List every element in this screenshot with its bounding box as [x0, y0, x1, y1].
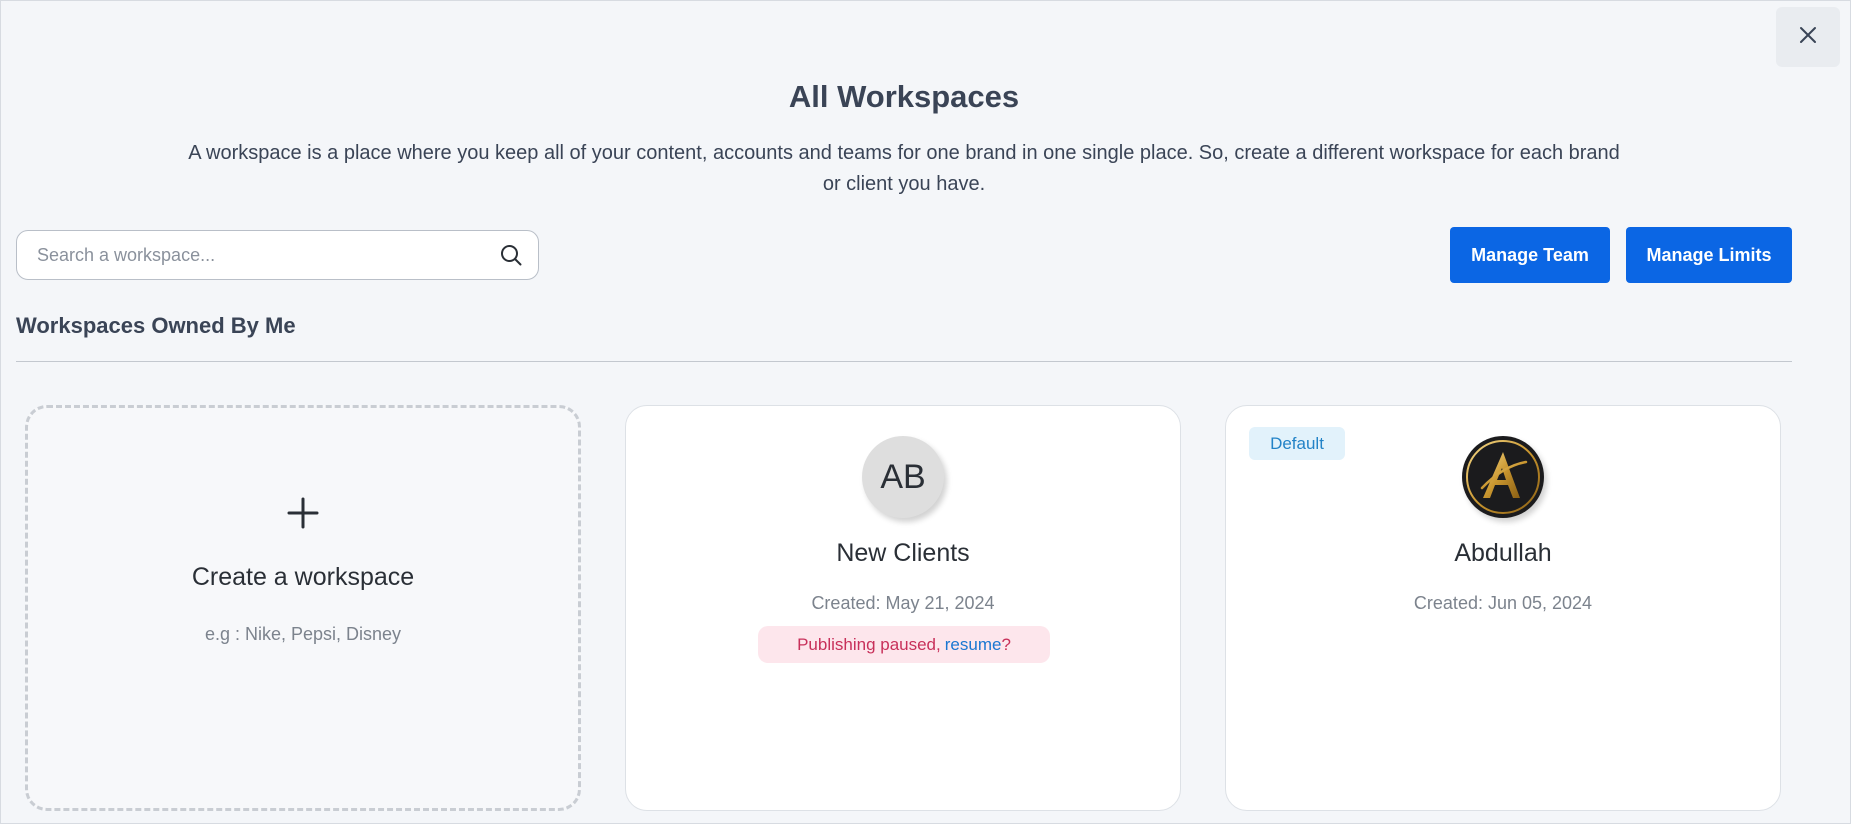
- search-input[interactable]: [17, 230, 496, 280]
- workspace-created-date: Created: Jun 05, 2024: [1413, 593, 1593, 613]
- close-button[interactable]: [1776, 7, 1840, 67]
- section-title: Workspaces Owned By Me: [16, 313, 296, 338]
- workspaces-modal: All Workspaces A workspace is a place wh…: [0, 0, 1851, 824]
- workspace-card[interactable]: Default Abdullah Created: Jun 05, 2024: [1225, 405, 1781, 811]
- workspace-created-date: Created: May 21, 2024: [811, 593, 995, 613]
- workspace-name: New Clients: [836, 539, 970, 567]
- workspace-logo: [1462, 436, 1544, 518]
- letter-a-logo-icon: [1463, 437, 1543, 517]
- search-box: [16, 230, 539, 280]
- resume-link[interactable]: resume: [945, 635, 1002, 655]
- plus-icon: [28, 496, 578, 530]
- workspace-card[interactable]: AB New Clients Created: May 21, 2024 Pub…: [625, 405, 1181, 811]
- create-workspace-card[interactable]: Create a workspace e.g : Nike, Pepsi, Di…: [25, 405, 581, 811]
- create-workspace-hint: e.g : Nike, Pepsi, Disney: [204, 624, 402, 644]
- search-icon[interactable]: [496, 240, 526, 270]
- close-icon: [1798, 25, 1818, 50]
- manage-team-button[interactable]: Manage Team: [1450, 227, 1610, 283]
- publishing-paused-suffix: ?: [1001, 634, 1011, 654]
- default-badge: Default: [1249, 427, 1345, 460]
- workspace-name: Abdullah: [1454, 539, 1552, 567]
- manage-limits-button[interactable]: Manage Limits: [1626, 227, 1792, 283]
- section-divider: [16, 361, 1792, 362]
- page-description: A workspace is a place where you keep al…: [188, 142, 1620, 195]
- create-workspace-title: Create a workspace: [191, 563, 415, 591]
- page-title: All Workspaces: [788, 79, 1020, 114]
- avatar: AB: [862, 436, 944, 518]
- publishing-paused-badge: Publishing paused, resume ?: [758, 626, 1050, 663]
- publishing-paused-text: Publishing paused,: [797, 634, 941, 654]
